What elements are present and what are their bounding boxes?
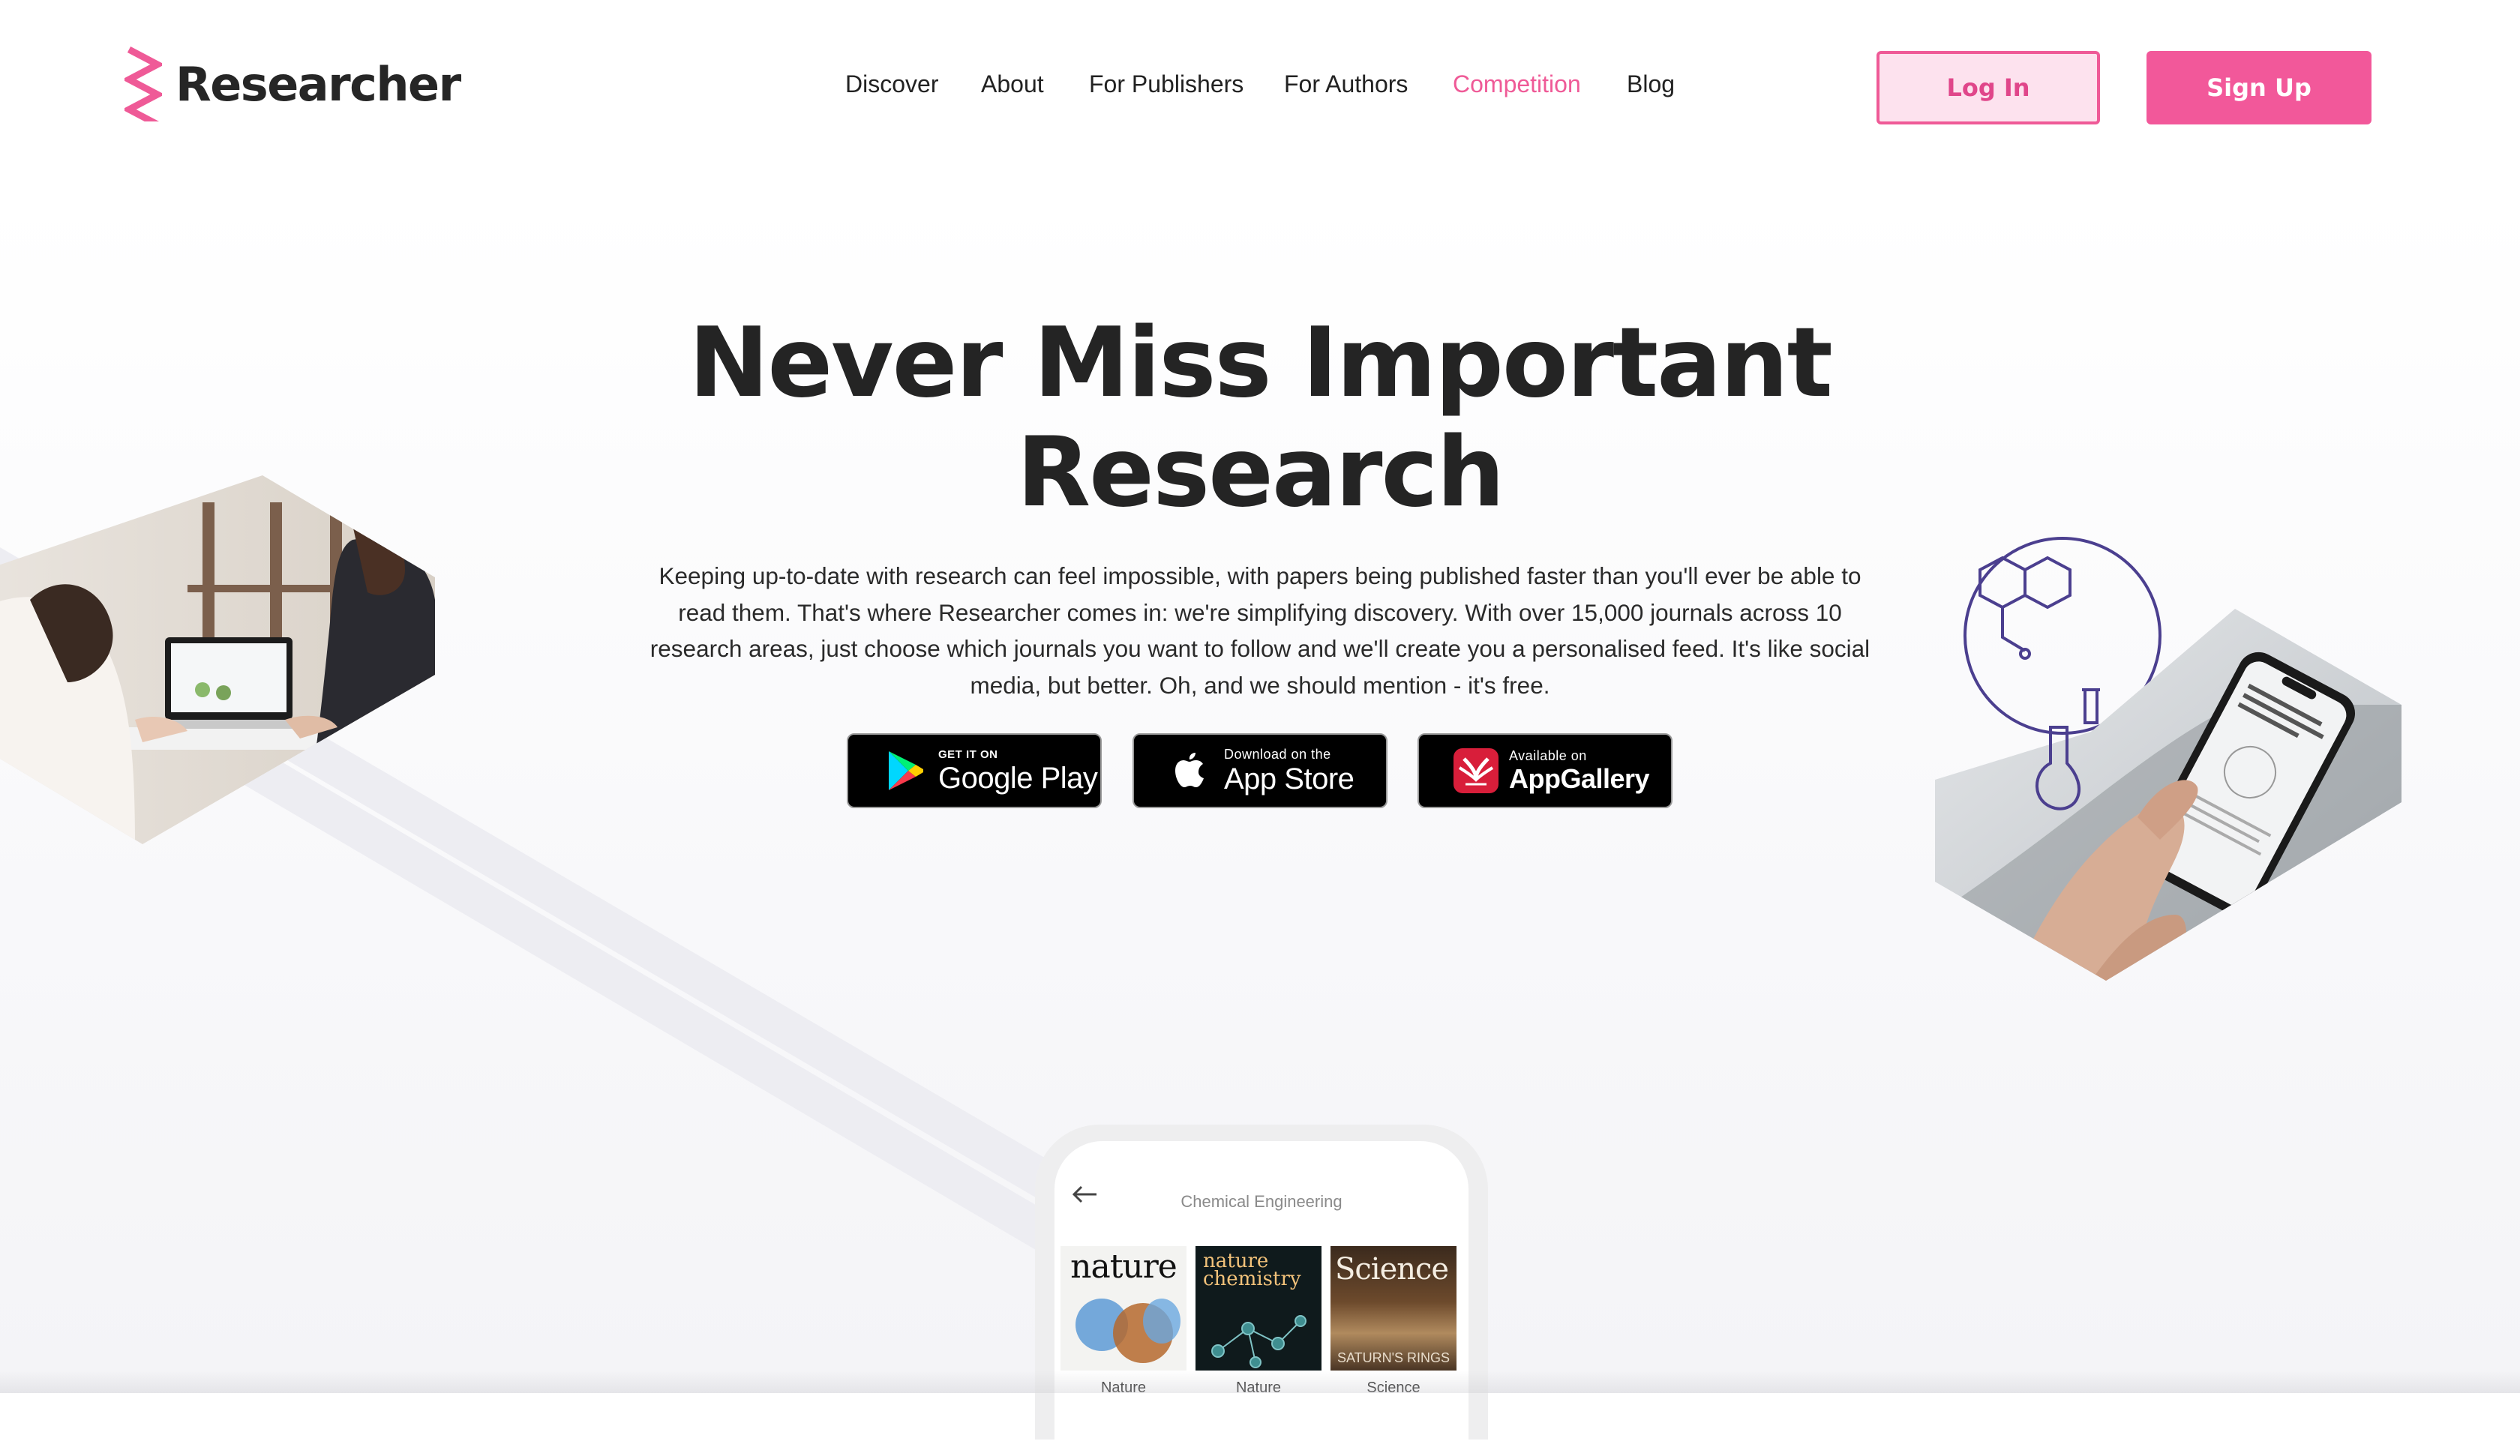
app-store-small-text: Download on the (1224, 747, 1331, 762)
bottom-shade (0, 1371, 2520, 1393)
cover-subtitle: SATURN'S RINGS (1336, 1350, 1450, 1365)
cover-title: nature chemistry (1203, 1250, 1301, 1290)
apple-icon (1175, 753, 1204, 787)
nav-for-publishers[interactable]: For Publishers (1089, 70, 1244, 98)
main-nav: Discover About For Publishers For Author… (0, 70, 2520, 103)
app-gallery-badge[interactable]: Available on AppGallery (1418, 733, 1672, 808)
hero-description: Keeping up-to-date with research can fee… (650, 562, 1870, 699)
hero-title: Never Miss Important Research (585, 309, 1935, 528)
google-play-icon (889, 751, 923, 790)
google-play-badge[interactable]: GET IT ON Google Play (847, 733, 1102, 808)
google-play-small-text: GET IT ON (938, 747, 998, 761)
hero-title-line2: Research (1016, 417, 1505, 529)
phone-screen-title: Chemical Engineering (1180, 1192, 1342, 1211)
app-gallery-small-text: Available on (1509, 748, 1587, 763)
hero-photo-phone (1935, 537, 2402, 981)
app-gallery-big-text: AppGallery (1509, 763, 1650, 794)
app-store-badge[interactable]: Download on the App Store (1132, 733, 1388, 808)
hero-photo-laptop (0, 475, 435, 844)
app-store-big-text: App Store (1224, 762, 1354, 795)
nav-for-authors[interactable]: For Authors (1284, 70, 1408, 98)
google-play-big-text: Google Play (938, 761, 1098, 795)
phone-screen: Chemical Engineering nature Nature natur… (1054, 1141, 1468, 1456)
login-button[interactable]: Log In (1876, 51, 2100, 124)
hero-title-line1: Never Miss Important (688, 307, 1833, 419)
cover-title: nature (1070, 1248, 1178, 1286)
nav-about[interactable]: About (981, 70, 1044, 98)
nav-competition[interactable]: Competition (1453, 70, 1581, 98)
journal-cover: nature (1060, 1246, 1186, 1371)
journal-cover: Science SATURN'S RINGS (1330, 1246, 1456, 1371)
nav-blog[interactable]: Blog (1627, 70, 1675, 98)
huawei-icon (1454, 748, 1498, 793)
signup-button[interactable]: Sign Up (2146, 51, 2372, 124)
nav-discover[interactable]: Discover (845, 70, 938, 98)
cover-title: Science (1335, 1252, 1449, 1287)
journal-cover: nature chemistry (1196, 1246, 1322, 1371)
